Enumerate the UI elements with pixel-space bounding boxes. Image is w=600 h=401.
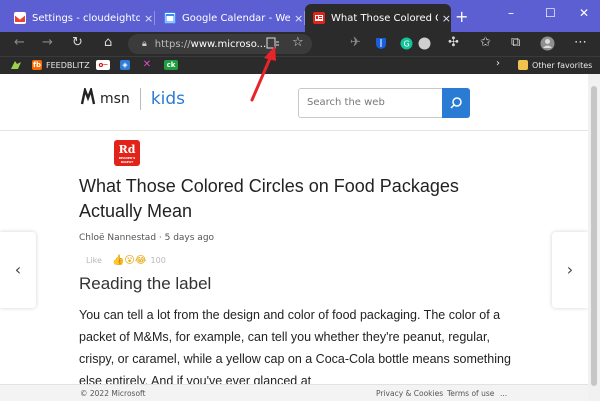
gmail-icon [14, 12, 26, 24]
web-page: msn kids Search the web Rd READER'S DIGE… [0, 74, 600, 401]
footer-more-button[interactable]: ... [500, 389, 507, 398]
calendar-icon [164, 12, 176, 24]
tab-settings[interactable]: Settings - cloudeightdirect × [6, 6, 155, 30]
logo-subtext: READER'S DIGEST [118, 156, 136, 164]
search-icon [450, 97, 462, 109]
article-paragraph: You can tell a lot from the design and c… [79, 308, 511, 388]
search-input[interactable]: Search the web [307, 97, 385, 108]
x-icon: ✕ [142, 59, 152, 70]
favorites-overflow-icon[interactable]: › [496, 58, 500, 69]
minimize-button[interactable]: – [508, 6, 514, 20]
svg-text:G: G [404, 40, 410, 49]
scrollbar-thumb[interactable] [591, 86, 597, 386]
article-headline: What Those Colored Circles on Food Packa… [79, 176, 459, 221]
favorite-red-icon[interactable]: o─ [96, 60, 114, 70]
msn-icon [313, 12, 325, 24]
address-bar[interactable]: 🔒︎ https:// www.microso... [128, 34, 312, 54]
favorite-ck[interactable]: ck [164, 60, 182, 70]
immersive-reader-icon[interactable] [266, 37, 280, 52]
add-favorite-icon[interactable]: ☆ [292, 35, 304, 50]
favorite-ninja-icon[interactable] [10, 60, 22, 70]
article-byline: Chloë Nannestad · 5 days ago [79, 233, 215, 243]
copyright: © 2022 Microsoft [80, 389, 146, 398]
divider [139, 88, 141, 110]
url-scheme: https:// [154, 38, 191, 50]
favorites-bar: fb FEEDBLITZ o─ ◈ ✕ ck › Other favorites [0, 56, 600, 74]
readers-digest-logo[interactable]: Rd READER'S DIGEST [114, 140, 140, 166]
tab-google-calendar[interactable]: Google Calendar - Week of × [156, 6, 305, 30]
section-heading: Reading the label [79, 274, 212, 293]
logo-text: Rd [118, 143, 136, 156]
favorite-label: FEEDBLITZ [46, 60, 90, 70]
header-divider [0, 130, 588, 131]
back-icon[interactable]: ← [14, 35, 25, 50]
kids-text: kids [150, 89, 186, 109]
folder-icon [518, 60, 528, 70]
scrollbar[interactable] [588, 74, 600, 401]
tab-article[interactable]: What Those Colored Circles × [305, 4, 451, 32]
shield-icon: ◈ [120, 60, 130, 70]
page-footer: © 2022 Microsoft Privacy & Cookies Terms… [0, 384, 588, 401]
settings-more-icon[interactable]: ⋯ [574, 35, 587, 50]
terms-link[interactable]: Terms of use [447, 389, 494, 398]
msn-kids-logo[interactable]: msn kids [80, 85, 186, 110]
like-label[interactable]: Like [86, 256, 102, 265]
close-icon[interactable]: × [144, 12, 153, 25]
other-favorites[interactable]: Other favorites [518, 60, 592, 70]
email-icon: o─ [96, 60, 110, 70]
other-favorites-label: Other favorites [532, 60, 593, 70]
home-icon[interactable]: ⌂ [104, 35, 112, 50]
favorite-shield-icon[interactable]: ◈ [120, 60, 134, 70]
ck-icon: ck [164, 60, 178, 70]
favorite-x-icon[interactable]: ✕ [142, 60, 156, 70]
close-icon[interactable]: × [442, 12, 451, 25]
extensions-puzzle-icon[interactable]: ✣ [448, 35, 459, 50]
favorites-icon[interactable]: ✩ [480, 35, 491, 50]
search-button[interactable] [442, 88, 470, 118]
tab-title: What Those Colored Circles [331, 12, 438, 24]
reactions-count: 100 [150, 256, 166, 265]
collections-icon[interactable]: ⧉ [511, 35, 520, 50]
lock-icon: 🔒︎ [142, 39, 147, 49]
search-box[interactable]: Search the web [298, 88, 470, 118]
privacy-link[interactable]: Privacy & Cookies [376, 389, 443, 398]
toolbar: ← → ↻ ⌂ 🔒︎ https:// www.microso... ☆ ✈ G… [0, 32, 600, 56]
reactions-bar[interactable]: Like 👍😮😂 100 [86, 255, 166, 266]
chevron-right-icon: › [566, 260, 574, 279]
grammarly-icon[interactable]: G [400, 37, 413, 54]
profile-circle-icon[interactable] [418, 37, 431, 54]
bitwarden-icon[interactable] [375, 37, 387, 54]
maximize-button[interactable]: ☐ [545, 6, 556, 20]
tab-title: Google Calendar - Week of [182, 12, 290, 24]
butterfly-icon [80, 85, 96, 110]
feedblitz-icon: fb [32, 60, 42, 70]
url-host: www.microso... [190, 38, 267, 50]
tab-strip: Settings - cloudeightdirect × Google Cal… [0, 0, 600, 32]
chevron-left-icon: ‹ [14, 260, 22, 279]
next-article-button[interactable]: › [552, 232, 588, 308]
reaction-emoji-icon: 👍😮😂 [111, 255, 147, 266]
new-tab-button[interactable]: + [455, 7, 468, 26]
previous-article-button[interactable]: ‹ [0, 232, 36, 308]
close-window-button[interactable]: ✕ [579, 6, 589, 20]
refresh-icon[interactable]: ↻ [72, 35, 83, 50]
extension-rocket-icon[interactable]: ✈ [350, 35, 361, 50]
brand-text: msn [100, 91, 130, 107]
forward-icon[interactable]: → [42, 35, 53, 50]
favorite-feedblitz[interactable]: fb FEEDBLITZ [32, 60, 90, 70]
avatar[interactable] [540, 36, 555, 55]
close-icon[interactable]: × [294, 12, 303, 25]
tab-title: Settings - cloudeightdirect [32, 12, 140, 24]
